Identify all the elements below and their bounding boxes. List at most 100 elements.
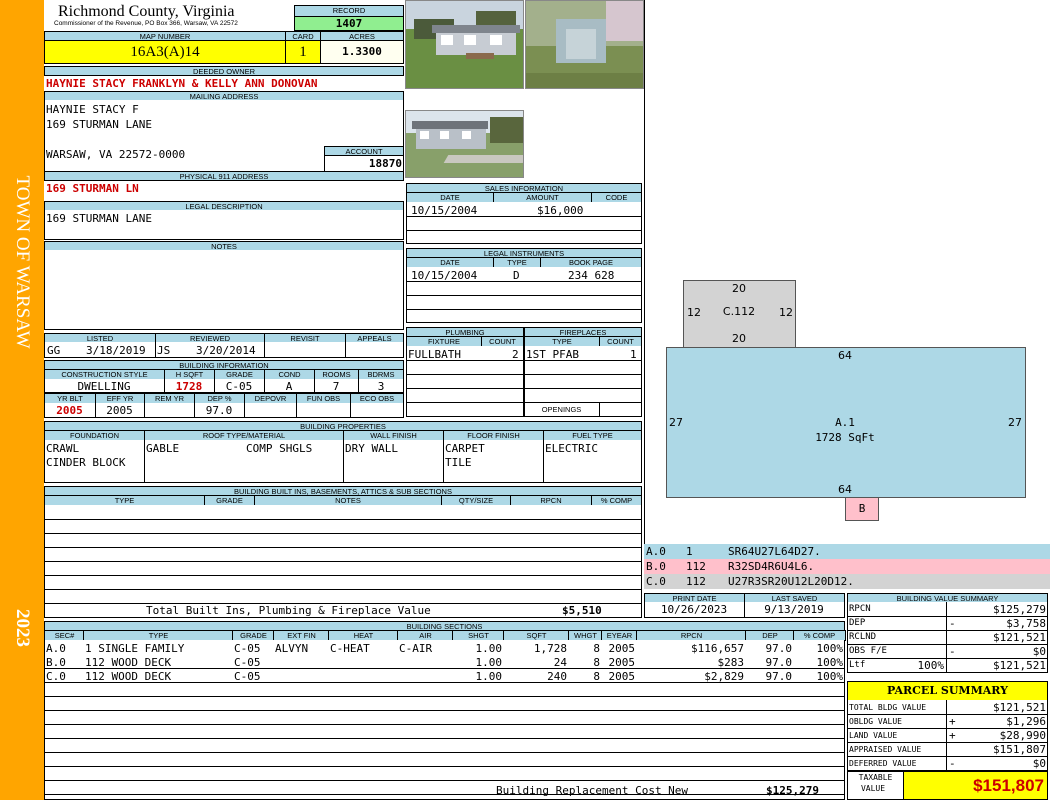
bi-bdrms: 3 [377, 380, 385, 393]
reviewed-date: 3/20/2014 [196, 344, 256, 357]
legend-row-b: B.0 112 R32SD4R6U4L6. [644, 559, 1050, 574]
legend-a-desc: SR64U27L64D27. [728, 545, 821, 558]
sections-cell: 1.00 [475, 656, 503, 669]
parcel-land-label: LAND VALUE [849, 731, 898, 740]
parcel-appraised: $151,807 [993, 743, 1046, 756]
bi-hsqft: 1728 [175, 380, 203, 393]
bp-foundation-2: CINDER BLOCK [46, 456, 126, 469]
sections-cell: 8 [593, 656, 600, 669]
legend-a-num: 1 [686, 545, 693, 558]
listed-by: GG [47, 344, 61, 357]
print-date-value: 10/26/2023 [660, 603, 728, 616]
mailing-line-3: WARSAW, VA 22572-0000 [46, 148, 186, 161]
bi-grade: C-05 [225, 380, 253, 393]
parcel-obldg-label: OBLDG VALUE [849, 717, 902, 726]
bp-wall: DRY WALL [345, 442, 398, 455]
sidebar-town: TOWN OF WARSAW [12, 175, 33, 349]
sales-amount: $16,000 [537, 204, 584, 217]
bvs-rpcn: $125,279 [993, 603, 1046, 616]
legend-a-code: A.0 [646, 545, 666, 558]
listed-date: 3/18/2019 [86, 344, 146, 357]
instr-book: 234 628 [568, 269, 615, 282]
parcel-obldg: $1,296 [1006, 715, 1046, 728]
bvs-dep-label: DEP [849, 618, 866, 628]
bp-foundation-1: CRAWL [46, 442, 80, 455]
sections-grid-line [44, 724, 845, 725]
sections-cell: C.0 [46, 670, 66, 683]
county-title: Richmond County, Virginia [58, 3, 235, 20]
sketch-a-left: 27 [669, 416, 683, 429]
legend-c-code: C.0 [646, 575, 666, 588]
parcel-tbv: $121,521 [993, 701, 1046, 714]
bvs-obs-label: OBS F/E [849, 646, 887, 656]
physical-address-label: PHYSICAL 911 ADDRESS [44, 171, 404, 181]
deeded-owner-value: HAYNIE STACY FRANKLYN & KELLY ANN DONOVA… [46, 77, 318, 90]
fire-type: 1ST PFAB [526, 348, 579, 361]
physical-address-value: 169 STURMAN LN [46, 182, 139, 195]
sketch-c-label: C.112 [722, 305, 756, 318]
sections-grid-line [44, 794, 845, 795]
sections-grid-line [44, 696, 845, 697]
sections-cell: 2005 [608, 670, 636, 683]
sections-cell: 1.00 [475, 670, 503, 683]
sections-cell: 8 [593, 670, 600, 683]
sections-grid-line [44, 780, 845, 781]
bp-fuel: ELECTRIC [545, 442, 598, 455]
mailing-line-2: 169 STURMAN LANE [46, 118, 152, 131]
sketch-a-label: A.1 [835, 416, 855, 429]
parcel-tbv-label: TOTAL BLDG VALUE [849, 703, 927, 712]
sections-cell: $2,829 [704, 670, 744, 683]
bvs-ltf-label: Ltf [849, 660, 866, 670]
sections-cell: C-AIR [399, 642, 433, 655]
sections-cell: 1,728 [533, 642, 567, 655]
house-photo-2 [405, 110, 524, 178]
bi-effyr: 2005 [106, 404, 133, 417]
legend-b-desc: R32SD4R6U4L6. [728, 560, 815, 573]
bi-yrblt: 2005 [56, 404, 83, 417]
plumb-count: 2 [512, 348, 519, 361]
sections-cell: $116,657 [691, 642, 744, 655]
parcel-land: $28,990 [999, 729, 1046, 742]
legend-row-a: A.0 1 SR64U27L64D27. [644, 544, 1050, 559]
sections-cell: 240 [547, 670, 567, 683]
sections-cell: C-05 [234, 642, 261, 655]
sections-cell: ALVYN [275, 642, 309, 655]
sketch-c-top: 20 [732, 282, 746, 295]
parcel-deferred-label: DEFERRED VALUE [849, 759, 917, 768]
commissioner-address: Commissioner of the Revenue, PO Box 366,… [54, 20, 238, 27]
account-label: ACCOUNT [324, 146, 404, 156]
sections-cell: C-05 [234, 656, 261, 669]
parcel-summary-title: PARCEL SUMMARY [847, 681, 1048, 701]
last-saved-value: 9/13/2019 [764, 603, 824, 616]
plumb-fixture: FULLBATH [408, 348, 461, 361]
sections-cell: 2005 [608, 656, 636, 669]
bvs-rpcn-label: RPCN [849, 604, 871, 614]
sections-cell: A.0 [46, 642, 66, 655]
bp-roof-type: GABLE [146, 442, 180, 455]
builtins-total-value: $5,510 [562, 604, 602, 617]
sections-cell: 100% [816, 670, 844, 683]
sketch-a-area: 1728 SqFt [815, 431, 875, 444]
bvs-ltf: $121,521 [993, 659, 1046, 672]
deeded-owner-label: DEEDED OWNER [44, 66, 404, 76]
sketch-c-left: 12 [687, 306, 701, 319]
bvs-dep: $3,758 [1006, 617, 1046, 630]
reviewed-by: JS [157, 344, 171, 357]
sections-cell: 112 WOOD DECK [85, 670, 172, 683]
sidebar-year: 2023 [12, 609, 33, 647]
bp-floor-1: CARPET [445, 442, 485, 455]
bvs-obs: $0 [1032, 645, 1046, 658]
house-photo-1 [405, 0, 524, 89]
acres-value: 1.3300 [320, 40, 404, 64]
record-value: 1407 [294, 16, 404, 31]
account-value: 18870 [368, 157, 402, 170]
shed-photo [525, 0, 644, 89]
sections-cell: 100% [816, 656, 844, 669]
notes-box [44, 250, 404, 330]
sketch-border [644, 0, 645, 545]
instr-date: 10/15/2004 [411, 269, 478, 282]
bi-dep: 97.0 [205, 404, 233, 417]
sections-cell: 97.0 [765, 670, 793, 683]
bvs-rclnd-label: RCLND [849, 632, 877, 642]
parcel-appraised-label: APPRAISED VALUE [849, 745, 922, 754]
